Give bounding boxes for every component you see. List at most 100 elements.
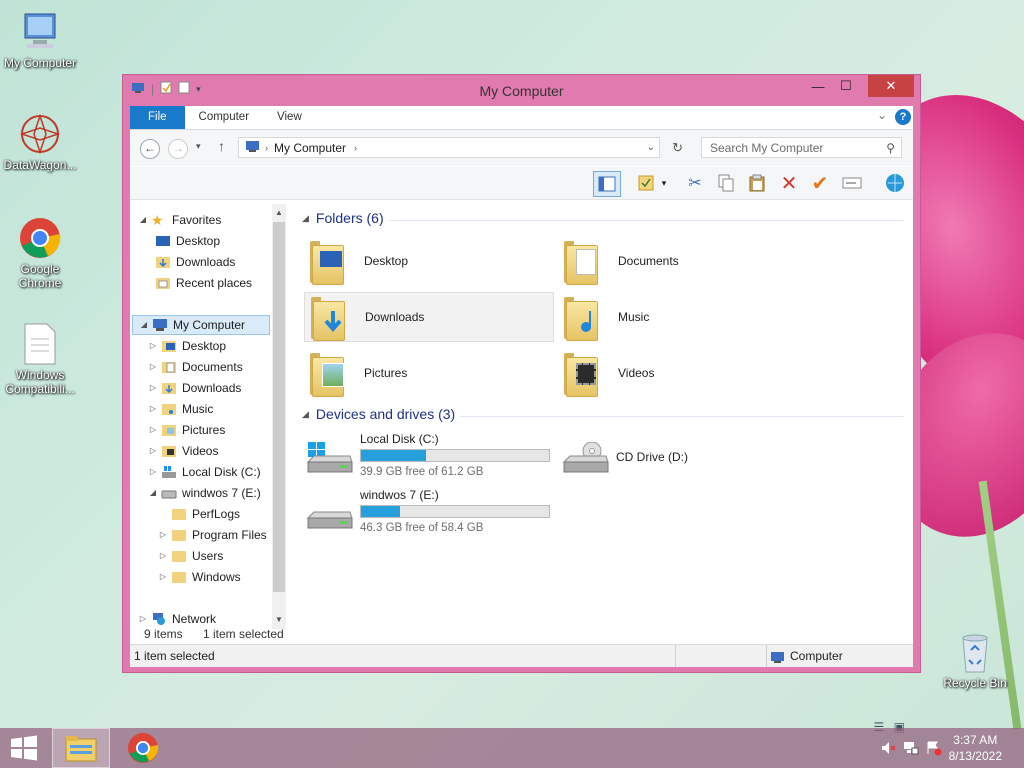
folder-documents[interactable]: Documents xyxy=(558,236,808,286)
expand-arrow-icon[interactable]: ▷ xyxy=(148,336,158,356)
expand-arrow-icon[interactable]: ▷ xyxy=(148,441,158,461)
breadcrumb-chevron-icon[interactable]: › xyxy=(265,143,268,153)
folder-music[interactable]: Music xyxy=(558,292,808,342)
file-explorer-icon xyxy=(65,736,97,762)
recent-locations-icon[interactable]: ▾ xyxy=(196,141,201,152)
tree-item-fav-desktop[interactable]: Desktop xyxy=(152,231,220,251)
preview-pane-icon[interactable] xyxy=(593,171,621,197)
scroll-up-icon[interactable]: ▲ xyxy=(272,206,286,220)
desktop-icon-my-computer[interactable]: My Computer xyxy=(0,10,80,70)
collapse-group-icon[interactable]: ◢ xyxy=(302,409,309,420)
tree-item-program-files[interactable]: ▷ Program Files xyxy=(158,525,267,545)
tree-item-fav-downloads[interactable]: Downloads xyxy=(152,252,235,272)
drive-windwos-7-e[interactable]: windwos 7 (E:) 46.3 GB free of 58.4 GB xyxy=(302,488,550,544)
drive-cd-d[interactable]: CD Drive (D:) xyxy=(558,432,688,488)
folder-downloads[interactable]: Downloads xyxy=(304,292,554,342)
desktop-icon-label: Recycle Bin xyxy=(943,676,1007,690)
expand-arrow-icon[interactable]: ▷ xyxy=(148,462,158,482)
tree-item-recent-places[interactable]: Recent places xyxy=(152,273,252,293)
tab-file[interactable]: File xyxy=(130,106,185,129)
explorer-window: | ▾ My Computer — ☐ ✕ File Computer View… xyxy=(122,74,921,734)
desktop-icon-recycle-bin[interactable]: Recycle Bin xyxy=(935,630,1015,690)
paste-icon[interactable] xyxy=(744,171,770,195)
folder-pictures[interactable]: Pictures xyxy=(304,348,554,398)
desktop-folder-icon xyxy=(161,339,177,353)
help-icon[interactable]: ? xyxy=(895,109,911,125)
tab-computer[interactable]: Computer xyxy=(185,106,264,129)
tree-item-users[interactable]: ▷ Users xyxy=(158,546,223,566)
close-button[interactable]: ✕ xyxy=(868,75,914,97)
scroll-down-icon[interactable]: ▼ xyxy=(272,613,286,627)
up-button[interactable]: ↑ xyxy=(218,138,225,154)
start-button[interactable] xyxy=(0,728,48,768)
address-dropdown-icon[interactable]: ⌄ xyxy=(647,142,655,153)
ribbon-expand-icon[interactable]: ⌄ xyxy=(877,108,887,122)
collapse-group-icon[interactable]: ◢ xyxy=(302,213,309,224)
desktop-icon-datawagon[interactable]: DataWagon... xyxy=(0,112,80,172)
refresh-icon[interactable]: ↻ xyxy=(672,140,683,156)
tree-item-downloads[interactable]: ▷ Downloads xyxy=(148,378,241,398)
collapse-arrow-icon[interactable]: ◢ xyxy=(148,483,158,503)
action-center-icon[interactable] xyxy=(926,740,942,759)
desktop-icon-windows-compat[interactable]: Windows Compatibili... xyxy=(0,322,80,396)
devices-group-header[interactable]: ◢ Devices and drives (3) xyxy=(302,406,455,422)
breadcrumb-chevron-icon[interactable]: › xyxy=(354,143,357,153)
folders-group-header[interactable]: ◢ Folders (6) xyxy=(302,210,384,226)
tree-item-favorites[interactable]: ◢ ★ Favorites xyxy=(138,210,221,230)
status-bar: 1 item selected Computer xyxy=(130,644,913,667)
drive-local-disk-c[interactable]: Local Disk (C:) 39.9 GB free of 61.2 GB xyxy=(302,432,550,488)
desktop-icon-chrome[interactable]: Google Chrome xyxy=(0,216,80,290)
tab-view[interactable]: View xyxy=(263,106,316,129)
copy-icon[interactable] xyxy=(713,171,739,195)
clock[interactable]: 3:37 AM 8/13/2022 xyxy=(949,732,1002,764)
rename-icon[interactable] xyxy=(839,171,865,195)
command-toolbar: ▾ ✂ ✕ ✔ xyxy=(130,167,913,200)
tree-item-my-computer[interactable]: ◢ My Computer xyxy=(132,315,270,335)
back-button[interactable]: ← xyxy=(140,139,160,159)
expand-arrow-icon[interactable]: ▷ xyxy=(148,357,158,377)
network-globe-icon[interactable] xyxy=(882,171,908,195)
expand-arrow-icon[interactable]: ▷ xyxy=(138,609,148,629)
apply-check-icon[interactable]: ✔ xyxy=(807,171,833,195)
tree-item-videos[interactable]: ▷ Videos xyxy=(148,441,219,461)
tree-item-music[interactable]: ▷ Music xyxy=(148,399,213,419)
tree-item-windwos-7-e[interactable]: ◢ windwos 7 (E:) xyxy=(148,483,261,503)
forward-button[interactable]: → xyxy=(168,139,188,159)
taskbar-file-explorer[interactable] xyxy=(52,728,110,768)
group-divider xyxy=(389,220,904,221)
videos-folder-icon xyxy=(564,351,604,397)
tree-item-pictures[interactable]: ▷ Pictures xyxy=(148,420,225,440)
search-input[interactable]: Search My Computer ⚲ xyxy=(701,137,902,158)
scroll-thumb[interactable] xyxy=(273,222,285,592)
breadcrumb-my-computer[interactable]: My Computer xyxy=(274,141,346,155)
search-icon[interactable]: ⚲ xyxy=(886,141,895,155)
expand-arrow-icon[interactable]: ▷ xyxy=(148,399,158,419)
expand-arrow-icon[interactable]: ▷ xyxy=(148,420,158,440)
maximize-button[interactable]: ☐ xyxy=(828,75,864,97)
taskbar-chrome[interactable] xyxy=(114,728,172,768)
address-bar[interactable]: › My Computer › ⌄ ↻ xyxy=(238,137,683,158)
delete-icon[interactable]: ✕ xyxy=(776,171,802,195)
select-all-icon[interactable] xyxy=(633,171,659,195)
tree-item-windows[interactable]: ▷ Windows xyxy=(158,567,241,587)
folder-desktop[interactable]: Desktop xyxy=(304,236,554,286)
computer-icon xyxy=(18,10,62,54)
expand-arrow-icon[interactable]: ▷ xyxy=(158,525,168,545)
expand-arrow-icon[interactable]: ▷ xyxy=(158,546,168,566)
network-tray-icon[interactable] xyxy=(903,740,919,759)
tree-item-desktop[interactable]: ▷ Desktop xyxy=(148,336,226,356)
collapse-arrow-icon[interactable]: ◢ xyxy=(139,315,149,335)
select-dropdown-icon[interactable]: ▾ xyxy=(658,171,670,195)
folder-videos[interactable]: Videos xyxy=(558,348,808,398)
tree-item-network[interactable]: ▷ Network xyxy=(138,609,216,629)
cut-icon[interactable]: ✂ xyxy=(682,171,708,195)
expand-arrow-icon[interactable]: ▷ xyxy=(158,567,168,587)
title-bar[interactable]: | ▾ My Computer — ☐ ✕ xyxy=(123,75,920,105)
nav-scrollbar[interactable]: ▲ ▼ xyxy=(272,204,286,629)
expand-arrow-icon[interactable]: ▷ xyxy=(148,378,158,398)
tree-item-documents[interactable]: ▷ Documents xyxy=(148,357,243,377)
tree-item-local-disk-c[interactable]: ▷ Local Disk (C:) xyxy=(148,462,261,482)
tree-item-perflogs[interactable]: PerfLogs xyxy=(158,504,240,524)
collapse-arrow-icon[interactable]: ◢ xyxy=(138,210,148,230)
volume-muted-icon[interactable] xyxy=(880,740,896,759)
